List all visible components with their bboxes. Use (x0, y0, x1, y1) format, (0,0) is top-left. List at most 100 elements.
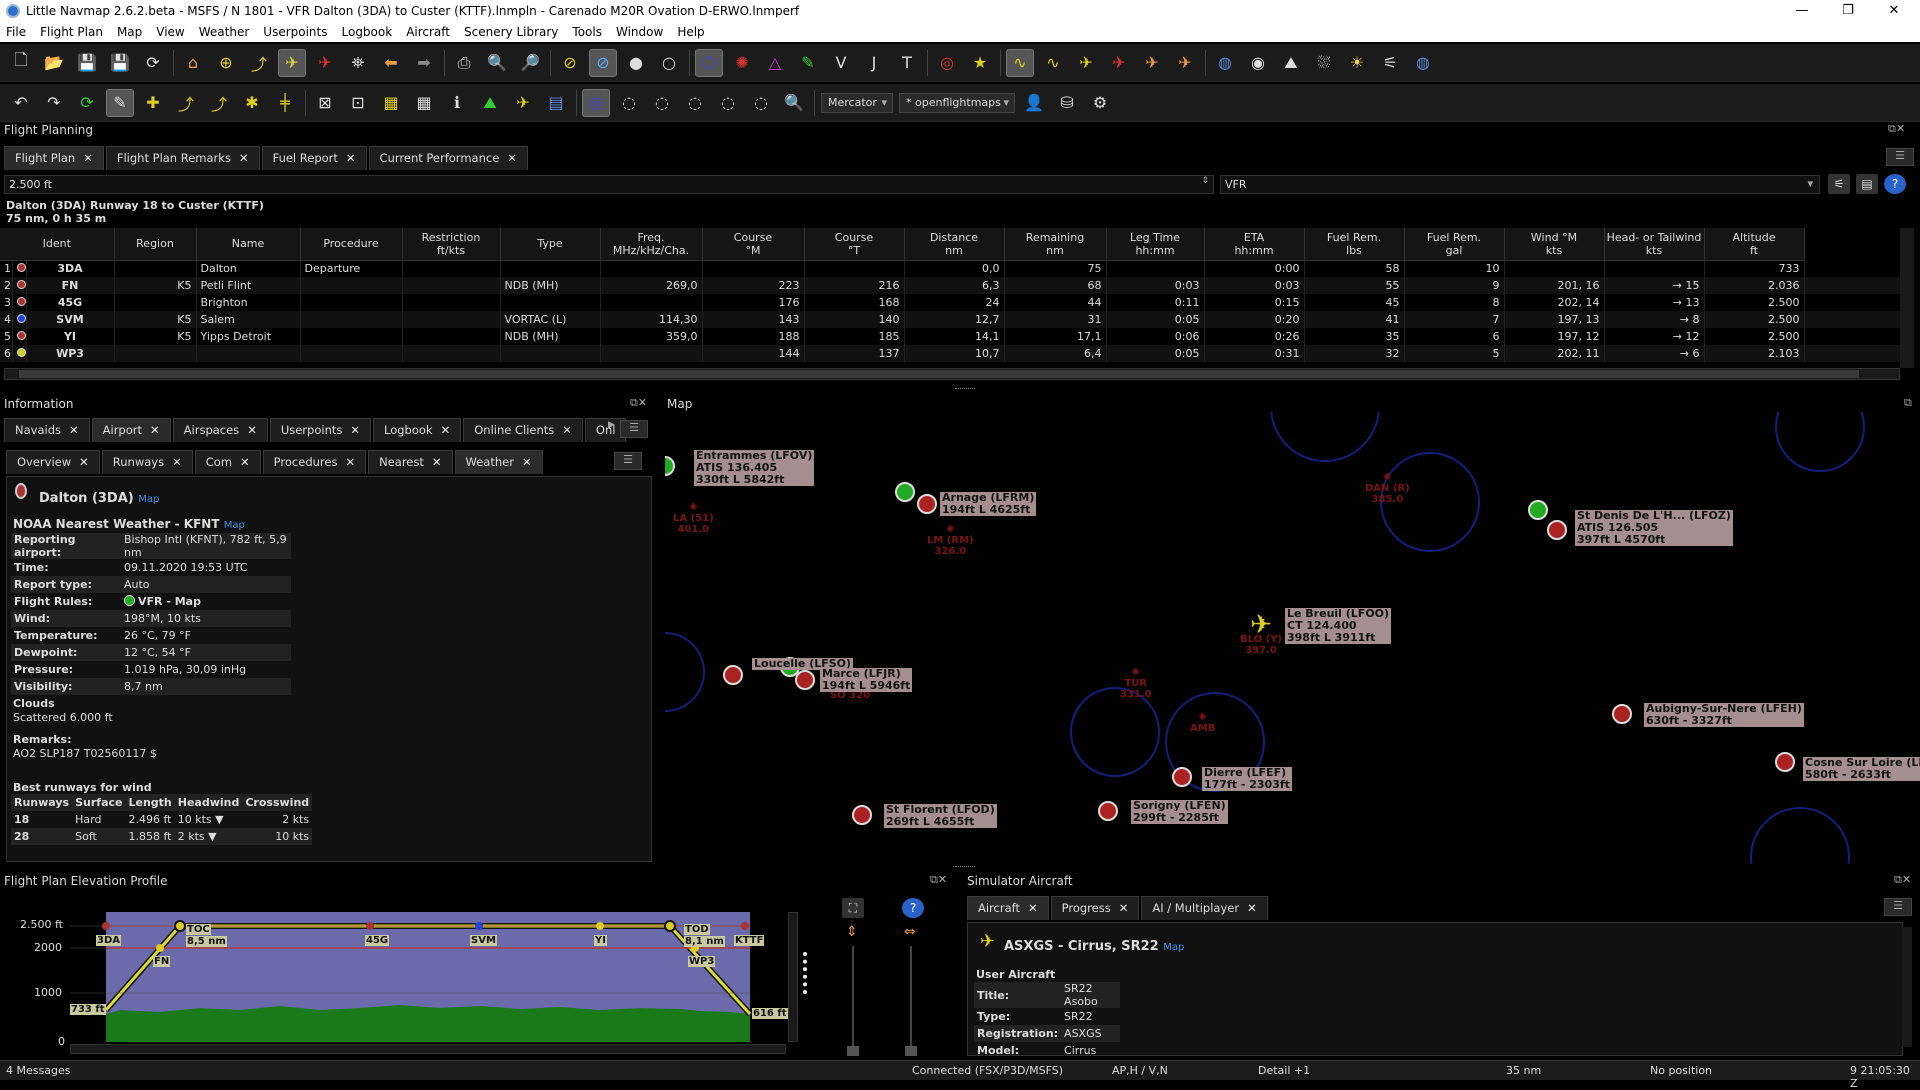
gear-icon[interactable]: ⚙ (1087, 90, 1113, 116)
search-airspace-icon[interactable]: 🔍 (781, 90, 807, 116)
chart-icon[interactable]: ▦ (411, 90, 437, 116)
tab-userpoints[interactable]: Userpoints ✕ (269, 418, 372, 442)
menu-icon[interactable]: ☰ (1886, 148, 1914, 166)
close-icon[interactable]: ✕ (150, 423, 160, 437)
tab-current-performance[interactable]: Current Performance ✕ (368, 146, 528, 170)
close-icon[interactable]: ✕ (1119, 901, 1129, 915)
menu-scenery-library[interactable]: Scenery Library (464, 25, 558, 39)
airspace-ring-icon[interactable]: ◎ (582, 88, 610, 117)
help-icon[interactable]: ? (902, 898, 924, 918)
other-icon[interactable]: ◌ (748, 90, 774, 116)
user-search-icon[interactable]: 👤 (1021, 90, 1047, 116)
airport-label-lfov[interactable]: Entrammes (LFOV) ATIS 136.405 330ft L 58… (694, 450, 815, 486)
dock-float-icon[interactable]: ⧉✕ (930, 873, 947, 887)
vertical-zoom-slider[interactable] (852, 946, 854, 1052)
table-row[interactable]: 3 45G Brighton 176 168 24 44 0:11 0:15 45 8 202, 14… (0, 294, 1904, 311)
column-header[interactable]: Leg Time hh:mm (1106, 228, 1205, 261)
close-button[interactable]: ✕ (1872, 0, 1916, 22)
map-link[interactable]: Map (138, 494, 159, 505)
ai-aircraft-icon[interactable]: ✈ (1106, 50, 1132, 76)
fir-icon[interactable]: ◌ (649, 90, 675, 116)
column-header[interactable]: Type (500, 228, 601, 261)
close-icon[interactable]: ✕ (562, 423, 572, 437)
tab-navaids[interactable]: Navaids ✕ (4, 418, 90, 442)
pen-icon[interactable]: ✎ (795, 50, 821, 76)
tab-aircraft[interactable]: Aircraft ✕ (967, 896, 1049, 920)
tab-logbook[interactable]: Logbook ✕ (373, 418, 462, 442)
airport-label-lfjr[interactable]: Marce (LFJR) 194ft L 5946ft (820, 668, 913, 692)
tab-airspaces[interactable]: Airspaces ✕ (172, 418, 268, 442)
info-icon[interactable]: ℹ (444, 90, 470, 116)
no-aircraft-icon[interactable]: ✈ (312, 50, 338, 76)
tab-fuel-report[interactable]: Fuel Report ✕ (261, 146, 367, 170)
airport-lfov-icon[interactable] (665, 456, 675, 476)
theme-select[interactable]: * openflightmaps (899, 92, 1015, 113)
menu-icon[interactable]: ☰ (614, 452, 642, 470)
column-header[interactable]: ETA hh:mm (1204, 228, 1305, 261)
edit-button-icon[interactable]: ▤ (1856, 174, 1878, 194)
tab-airport[interactable]: Airport ✕ (91, 418, 171, 442)
close-icon[interactable]: ✕ (441, 423, 451, 437)
profile-area[interactable]: 2.500 ft 2000 1000 0 3DA FN TOC 8,5 nm 4… (0, 892, 800, 1060)
tab-progress[interactable]: Progress ✕ (1050, 896, 1140, 920)
column-header[interactable]: Course °M (702, 228, 805, 261)
map-link[interactable]: Map (1163, 942, 1184, 953)
table-row[interactable]: 2 FN K5 Petli Flint NDB (MH) 269,0 223 216 6,3 68… (0, 277, 1904, 294)
close-icon[interactable]: ✕ (79, 455, 89, 469)
menu-weather[interactable]: Weather (199, 25, 250, 39)
rstr-icon[interactable]: ◌ (682, 90, 708, 116)
close-icon[interactable]: ✕ (350, 423, 360, 437)
redo-icon[interactable]: ↷ (41, 90, 67, 116)
new-plan-icon[interactable]: 🗋 (8, 50, 34, 76)
airport-icon[interactable] (723, 665, 743, 685)
column-header[interactable]: Ident (0, 228, 115, 261)
save-icon[interactable]: 💾 (74, 50, 100, 76)
close-icon[interactable]: ✕ (240, 455, 250, 469)
grid-icon[interactable]: ◍ (1212, 50, 1238, 76)
wind-icon[interactable]: ⚟ (1377, 50, 1403, 76)
airport-lfgj-icon[interactable] (1775, 752, 1795, 772)
icao-icon[interactable]: ◌ (616, 90, 642, 116)
airport-lfrm-icon[interactable] (895, 482, 915, 502)
airport-lfoz-runway-icon[interactable] (1547, 520, 1567, 540)
dock-float-icon[interactable]: ⧉✕ (1894, 873, 1911, 887)
restricted-icon[interactable]: ✺ (729, 50, 755, 76)
layout-icon[interactable]: ▤ (543, 90, 569, 116)
column-header[interactable]: Fuel Rem. lbs (1304, 228, 1405, 261)
aircraft-center-icon[interactable]: ✈ (278, 48, 306, 77)
airport-label-lfeh[interactable]: Aubigny-Sur-Nere (LFEH) 630ft - 3327ft (1644, 703, 1804, 727)
airport-label-lfrm[interactable]: Arnage (LFRM) 194ft L 4625ft (940, 492, 1037, 516)
menu-view[interactable]: View (156, 25, 184, 39)
forward-icon[interactable]: ➡ (411, 50, 437, 76)
table-row[interactable]: 1 3DA Dalton Departure 0,0 75 0:00 58 10 733 (0, 260, 1904, 277)
save-as-icon[interactable]: 💾 (107, 50, 133, 76)
tab-scroll-right-icon[interactable]: ▶ (608, 420, 615, 430)
map-link[interactable]: Map (224, 520, 245, 531)
airport-lfod-icon[interactable] (852, 805, 872, 825)
target-icon[interactable]: ◎ (934, 50, 960, 76)
ai-ship-icon[interactable]: ✈ (1139, 50, 1165, 76)
column-header[interactable]: Remaining nm (1004, 228, 1107, 261)
zoom-plan-icon[interactable]: ⊡ (345, 90, 371, 116)
horizontal-zoom-handle[interactable] (905, 1046, 917, 1056)
add-leg-icon[interactable]: ✚ (140, 90, 166, 116)
close-icon[interactable]: ✕ (172, 455, 182, 469)
track-icon[interactable]: T (894, 50, 920, 76)
route-icon[interactable]: ⤴ (246, 50, 272, 76)
flight-rules-select[interactable]: VFR ▾ (1220, 175, 1820, 194)
airspace-icon[interactable]: ⬡ (695, 48, 723, 77)
table-row[interactable]: 5 YI K5 Yipps Detroit NDB (MH) 359,0 188 185 14,… (0, 328, 1904, 345)
airport-lfjr-icon[interactable] (795, 670, 815, 690)
zoom-icon[interactable]: 🔎 (517, 50, 543, 76)
missed-approach-icon[interactable]: ∿ (1040, 50, 1066, 76)
column-header[interactable]: Wind °M kts (1504, 228, 1605, 261)
map-canvas[interactable]: ✺ LA (51) 401.0 ✺ LM (RM) 326.0 ✺ DAN (R) 385.… (665, 412, 1920, 864)
tab-nearest[interactable]: Nearest ✕ (368, 450, 453, 474)
back-icon[interactable]: ⬅ (378, 50, 404, 76)
profile-horizontal-scrollbar[interactable] (70, 1044, 786, 1054)
airport-label-lfef[interactable]: Dierre (LFEF) 177ft - 2303ft (1202, 767, 1292, 791)
column-header[interactable]: Procedure (300, 228, 403, 261)
close-icon[interactable]: ✕ (83, 151, 93, 165)
splitter-handle[interactable] (955, 388, 975, 390)
menu-userpoints[interactable]: Userpoints (263, 25, 327, 39)
